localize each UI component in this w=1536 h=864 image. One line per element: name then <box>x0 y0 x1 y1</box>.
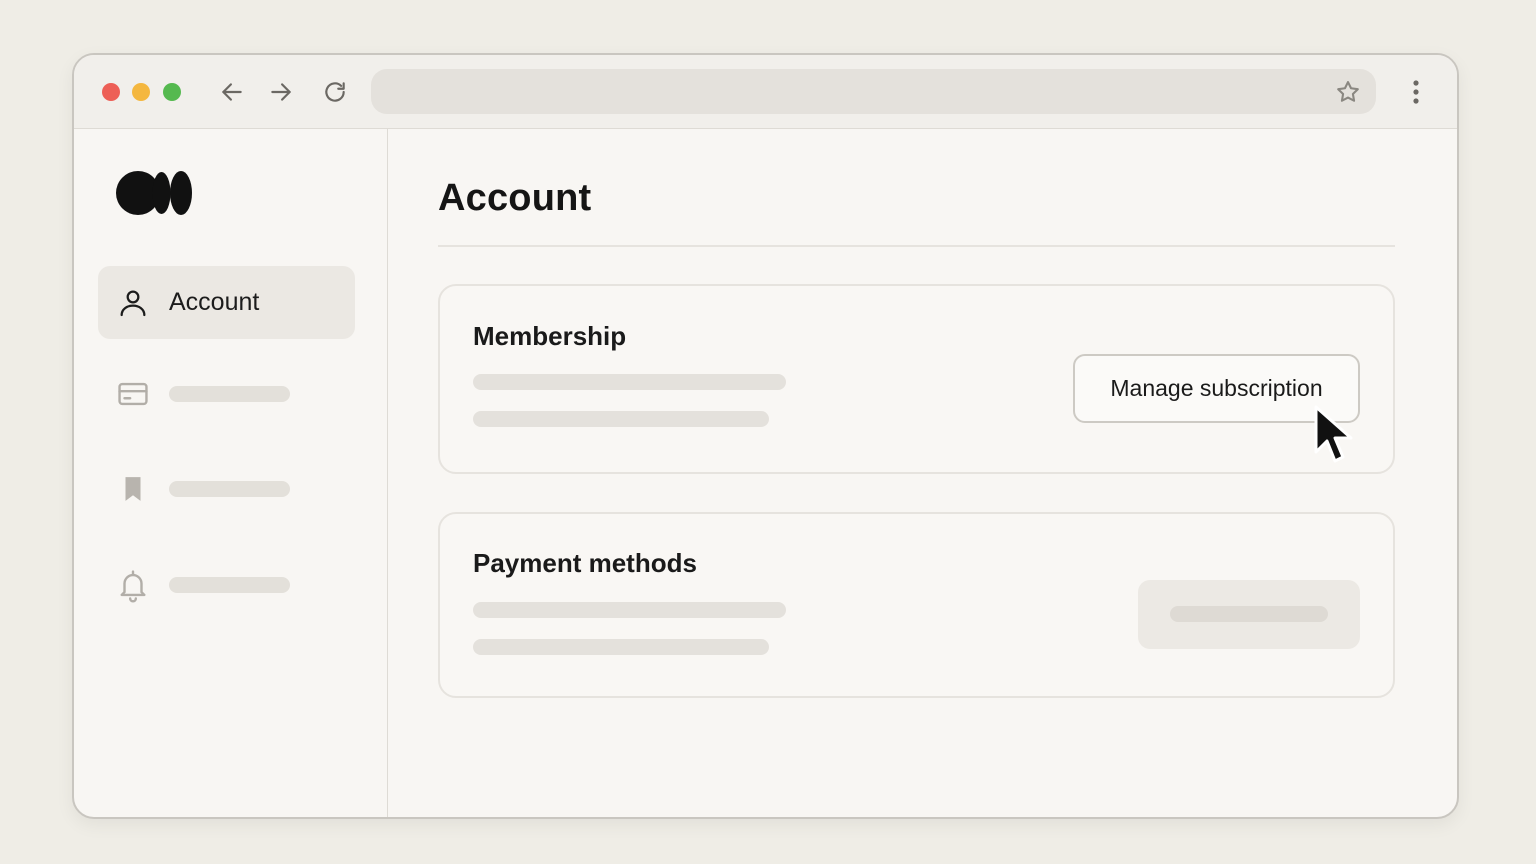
star-icon[interactable] <box>1334 78 1362 106</box>
bookmark-icon <box>116 472 150 506</box>
address-bar[interactable] <box>371 69 1376 114</box>
membership-card: Membership Manage subscription <box>438 284 1395 474</box>
arrow-left-icon <box>222 83 242 101</box>
membership-detail-placeholder <box>473 374 786 390</box>
arrow-right-icon <box>271 83 291 101</box>
payment-methods-title: Payment methods <box>473 548 697 578</box>
page-title: Account <box>438 177 592 219</box>
browser-toolbar <box>74 55 1457 129</box>
close-window-button[interactable] <box>102 83 120 101</box>
membership-title: Membership <box>473 321 627 351</box>
payment-detail-placeholder <box>473 602 786 618</box>
sidebar-item-payments[interactable] <box>98 357 355 430</box>
payment-methods-card: Payment methods <box>438 512 1395 698</box>
bell-icon <box>116 568 150 603</box>
kebab-menu-icon <box>1413 80 1419 104</box>
minimize-window-button[interactable] <box>132 83 150 101</box>
sidebar-item-label: Account <box>169 288 260 316</box>
title-divider <box>438 245 1395 247</box>
sidebar-item-account[interactable]: Account <box>98 266 355 339</box>
medium-logo[interactable] <box>116 169 196 217</box>
reload-icon <box>325 82 345 102</box>
sidebar-item-notifications[interactable] <box>98 548 355 621</box>
membership-detail-placeholder <box>473 411 769 427</box>
payment-detail-placeholder <box>473 639 769 655</box>
forward-button[interactable] <box>266 77 296 107</box>
back-button[interactable] <box>217 77 247 107</box>
credit-card-icon <box>116 377 150 411</box>
manage-subscription-button[interactable]: Manage subscription <box>1073 354 1360 423</box>
main-content: Account Membership Manage subscription P… <box>390 129 1457 817</box>
browser-window: Account Account Membership Manage subscr… <box>72 53 1459 819</box>
maximize-window-button[interactable] <box>163 83 181 101</box>
sidebar-item-label-placeholder <box>169 481 290 497</box>
sidebar-item-label-placeholder <box>169 386 290 402</box>
reload-button[interactable] <box>320 77 350 107</box>
payment-action-button[interactable] <box>1138 580 1360 649</box>
user-icon <box>116 286 150 320</box>
sidebar-item-label-placeholder <box>169 577 290 593</box>
browser-menu-button[interactable] <box>1404 77 1428 107</box>
sidebar-item-bookmarks[interactable] <box>98 452 355 525</box>
sidebar: Account <box>74 129 388 817</box>
payment-action-label-placeholder <box>1170 606 1328 622</box>
